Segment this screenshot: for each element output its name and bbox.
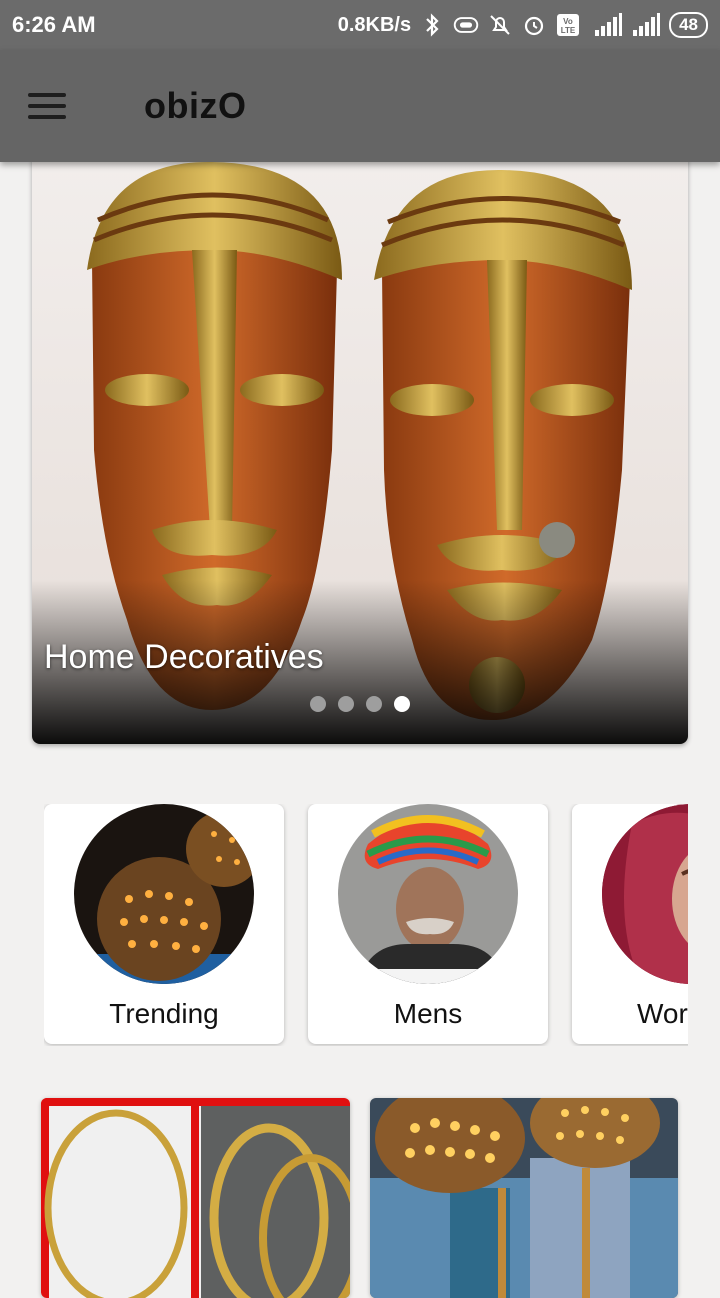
signal-4g-icon	[589, 12, 623, 38]
hamburger-menu-icon[interactable]	[28, 78, 84, 134]
category-label: Wor	[637, 998, 688, 1029]
signal-icon	[631, 12, 661, 38]
network-speed: 0.8KB/s	[337, 13, 412, 36]
product-image-lamps	[370, 1098, 678, 1298]
app-bar: obizO	[0, 50, 720, 162]
product-card-earrings[interactable]	[41, 1098, 350, 1298]
status-time: 6:26 AM	[12, 12, 96, 37]
carousel-dot[interactable]	[366, 696, 382, 712]
category-image-womens	[602, 804, 688, 984]
banner-carousel[interactable]: Home Decoratives	[32, 150, 688, 744]
category-image-mens	[338, 804, 518, 984]
battery-icon: 48	[669, 12, 708, 38]
category-label: Trending	[109, 998, 219, 1029]
carousel-dot-active[interactable]	[394, 696, 410, 712]
alarm-icon	[521, 12, 547, 38]
vibrate-icon	[453, 12, 479, 38]
category-image-trending	[74, 804, 254, 984]
product-card-lamps[interactable]	[370, 1098, 678, 1298]
category-card-mens[interactable]: Mens	[308, 804, 548, 1044]
volte-icon: Vo LTE	[555, 12, 581, 38]
category-card-womens[interactable]: Wor	[572, 804, 688, 1044]
bluetooth-icon	[419, 12, 445, 38]
carousel-dot[interactable]	[310, 696, 326, 712]
status-icons: 0.8KB/s Vo LTE 48	[338, 12, 708, 38]
category-card-trending[interactable]: Trending	[44, 804, 284, 1044]
category-list: Trending Mens Wor	[44, 804, 688, 1046]
svg-text:LTE: LTE	[561, 26, 576, 35]
alarm-off-icon	[487, 12, 513, 38]
svg-text:Vo: Vo	[563, 17, 573, 26]
product-image-earrings	[41, 1098, 350, 1298]
status-bar: 6:26 AM 0.8KB/s Vo LTE 48	[0, 0, 720, 50]
carousel-dot[interactable]	[338, 696, 354, 712]
app-title: obizO	[144, 85, 247, 126]
carousel-indicator	[310, 696, 410, 712]
banner-caption: Home Decoratives	[44, 638, 324, 676]
category-label: Mens	[393, 998, 463, 1029]
